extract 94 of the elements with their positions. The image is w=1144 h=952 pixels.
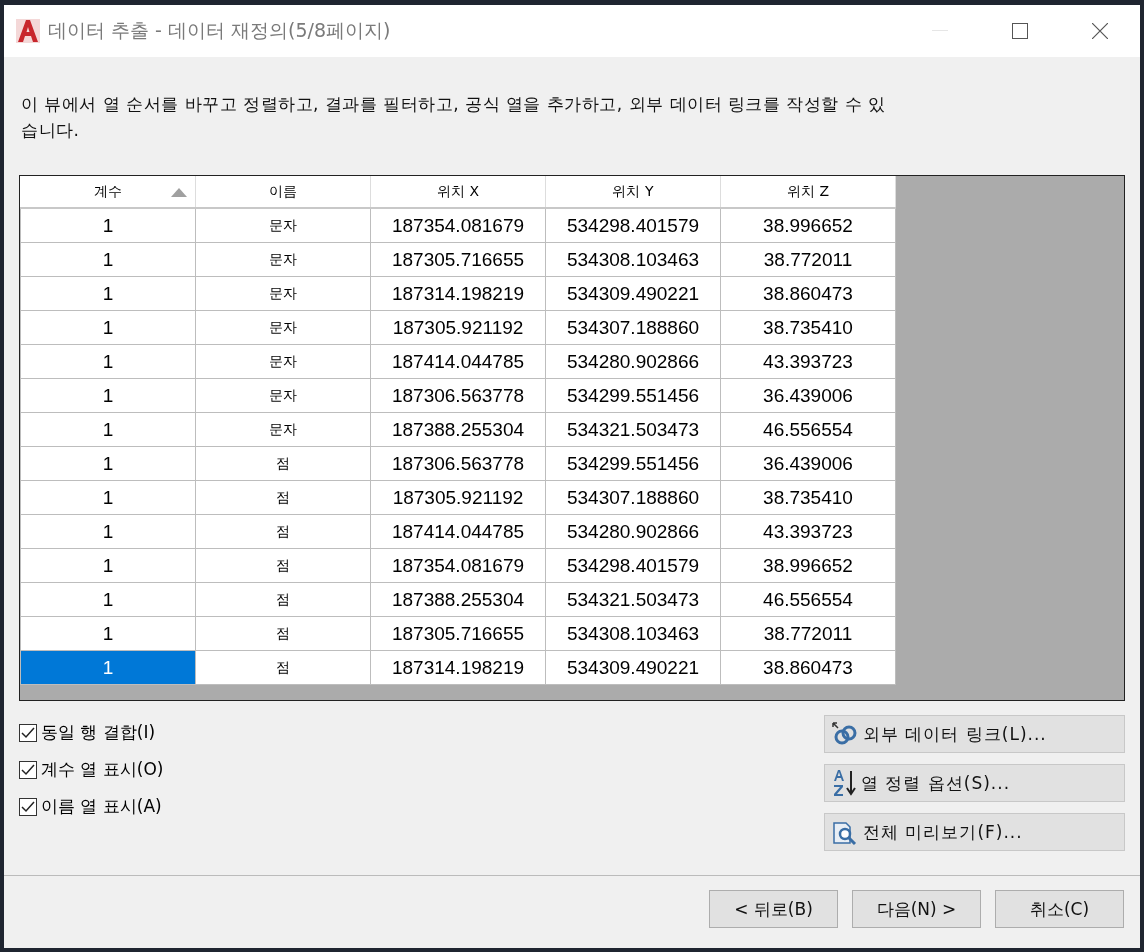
checkbox-label[interactable]: 이름 열 표시(A): [41, 795, 162, 818]
table-cell: 문자: [195, 242, 371, 277]
table-cell: 1: [20, 514, 196, 549]
wizard-button[interactable]: 다음(N) >: [852, 890, 981, 928]
table-cell: 점: [195, 480, 371, 515]
option-button[interactable]: 외부 데이터 링크(L)...: [824, 715, 1125, 753]
table-cell: 1: [20, 378, 196, 413]
table-cell: 문자: [195, 412, 371, 447]
table-cell: 187354.081679: [370, 548, 546, 583]
table-cell: 534321.503473: [545, 582, 721, 617]
checkbox[interactable]: [19, 797, 37, 816]
table-cell: 점: [195, 650, 371, 685]
table-cell: 187388.255304: [370, 582, 546, 617]
table-cell: 534309.490221: [545, 650, 721, 685]
table-cell: 1: [20, 650, 196, 685]
column-header[interactable]: 위치 Z: [720, 176, 896, 208]
table-cell: 534308.103463: [545, 242, 721, 277]
column-header[interactable]: 위치 Y: [545, 176, 721, 208]
checkbox-label[interactable]: 계수 열 표시(O): [41, 758, 164, 781]
table-cell: 1: [20, 548, 196, 583]
table-cell: 문자: [195, 276, 371, 311]
table-cell: 534280.902866: [545, 514, 721, 549]
sort-az-icon: [831, 769, 857, 797]
table-cell: 1: [20, 616, 196, 651]
table-cell: 38.996652: [720, 208, 896, 243]
table-cell: 187305.921192: [370, 480, 546, 515]
table-cell: 점: [195, 582, 371, 617]
table-cell: 187354.081679: [370, 208, 546, 243]
table-cell: 점: [195, 446, 371, 481]
table-cell: 1: [20, 208, 196, 243]
table-cell: 187305.716655: [370, 242, 546, 277]
close-icon[interactable]: [1092, 23, 1108, 39]
table-cell: 38.996652: [720, 548, 896, 583]
table-cell: 187314.198219: [370, 650, 546, 685]
table-cell: 534280.902866: [545, 344, 721, 379]
table-cell: 38.772011: [720, 242, 896, 277]
column-header[interactable]: 계수: [20, 176, 196, 208]
table-cell: 187314.198219: [370, 276, 546, 311]
table-cell: 534298.401579: [545, 208, 721, 243]
table-cell: 187414.044785: [370, 344, 546, 379]
table-cell: 534307.188860: [545, 480, 721, 515]
table-cell: 1: [20, 412, 196, 447]
table-cell: 43.393723: [720, 344, 896, 379]
description-text: 이 뷰에서 열 순서를 바꾸고 정렬하고, 결과를 필터하고, 공식 열을 추가하고, 외부 데이터 링크를 작성할 수 있습니다.: [21, 93, 887, 142]
table-cell: 46.556554: [720, 412, 896, 447]
table-cell: 1: [20, 276, 196, 311]
table-cell: 534299.551456: [545, 378, 721, 413]
table-cell: 187306.563778: [370, 446, 546, 481]
wizard-button[interactable]: 취소(C): [995, 890, 1124, 928]
table-cell: 534299.551456: [545, 446, 721, 481]
checkbox[interactable]: [19, 760, 37, 779]
table-cell: 187414.044785: [370, 514, 546, 549]
table-cell: 534321.503473: [545, 412, 721, 447]
checkbox-label[interactable]: 동일 행 결합(I): [41, 721, 156, 744]
window-title: 데이터 추출 - 데이터 재정의(5/8페이지): [48, 18, 392, 43]
table-cell: 점: [195, 548, 371, 583]
chain-link-icon: [831, 721, 859, 747]
table-cell: 36.439006: [720, 378, 896, 413]
option-button[interactable]: 열 정렬 옵션(S)...: [824, 764, 1125, 802]
table-cell: 38.860473: [720, 276, 896, 311]
table-cell: 534308.103463: [545, 616, 721, 651]
table-cell: 문자: [195, 310, 371, 345]
wizard-button[interactable]: < 뒤로(B): [709, 890, 838, 928]
table-cell: 점: [195, 514, 371, 549]
table-cell: 38.735410: [720, 480, 896, 515]
table-cell: 1: [20, 446, 196, 481]
app-logo-icon: [16, 19, 40, 43]
option-button[interactable]: 전체 미리보기(F)...: [824, 813, 1125, 851]
table-cell: 187305.716655: [370, 616, 546, 651]
table-cell: 1: [20, 242, 196, 277]
table-cell: 534298.401579: [545, 548, 721, 583]
table-cell: 1: [20, 310, 196, 345]
table-cell: 점: [195, 616, 371, 651]
table-cell: 38.860473: [720, 650, 896, 685]
table-cell: 187306.563778: [370, 378, 546, 413]
column-header[interactable]: 위치 X: [370, 176, 546, 208]
table-cell: 187388.255304: [370, 412, 546, 447]
table-cell: 46.556554: [720, 582, 896, 617]
table-cell: 38.735410: [720, 310, 896, 345]
table-cell: 534309.490221: [545, 276, 721, 311]
table-cell: 36.439006: [720, 446, 896, 481]
table-cell: 문자: [195, 344, 371, 379]
column-header[interactable]: 이름: [195, 176, 371, 208]
table-cell: 534307.188860: [545, 310, 721, 345]
table-cell: 187305.921192: [370, 310, 546, 345]
maximize-icon[interactable]: [1012, 23, 1028, 39]
table-cell: 1: [20, 344, 196, 379]
table-cell: 1: [20, 582, 196, 617]
table-cell: 43.393723: [720, 514, 896, 549]
table-cell: 1: [20, 480, 196, 515]
table-cell: 문자: [195, 378, 371, 413]
table-cell: 문자: [195, 208, 371, 243]
checkbox[interactable]: [19, 723, 37, 742]
table-cell: 38.772011: [720, 616, 896, 651]
